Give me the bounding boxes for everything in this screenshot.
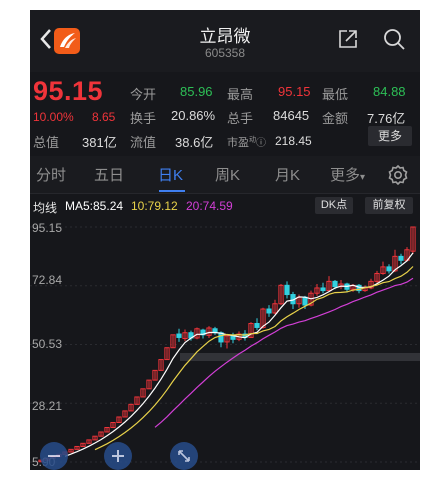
tab-five-day[interactable]: 五日	[94, 164, 124, 185]
turnover-label: 换手	[130, 111, 157, 126]
candle-body	[386, 266, 392, 272]
change-percent: 10.00%	[33, 110, 74, 124]
candle-body	[302, 296, 308, 306]
tab-intraday[interactable]: 分时	[36, 164, 66, 185]
ma20-line	[154, 277, 414, 428]
candle-body	[320, 287, 326, 292]
gear-icon[interactable]	[387, 164, 409, 186]
top-bar: 立昂微 605358	[30, 10, 420, 72]
stock-detail-screen: 立昂微 605358 95.15 10.00% 8.65 今开 85.96 最高…	[30, 10, 420, 470]
ma20-value: 20:74.59	[186, 199, 233, 213]
stock-name: 立昂微	[199, 27, 251, 46]
y-tick-label: 95.15	[32, 221, 63, 235]
float-cap-label: 流值	[130, 135, 157, 150]
pe-sup: 动	[249, 136, 256, 144]
ma10-value: 10:79.12	[131, 199, 178, 213]
pe-value: 218.45	[275, 134, 312, 148]
tab-daily-k[interactable]: 日K	[158, 164, 183, 185]
volume-label: 总手	[227, 111, 254, 126]
period-tabs: 分时 五日 日K 周K 月K 更多▾	[30, 156, 420, 194]
zoom-in-button[interactable]	[104, 442, 132, 470]
y-tick-label: 50.53	[32, 337, 63, 351]
zoom-out-button[interactable]	[40, 442, 68, 470]
y-tick-label: 28.21	[32, 399, 63, 413]
candle-body	[266, 308, 272, 314]
amount-value: 7.76亿	[367, 111, 406, 126]
current-price: 95.15	[33, 76, 104, 106]
more-quote-button[interactable]: 更多	[368, 126, 412, 146]
volume-value: 84645	[273, 108, 310, 123]
search-icon[interactable]	[382, 27, 406, 51]
candle-body	[284, 284, 290, 296]
share-icon[interactable]	[337, 28, 359, 50]
indicator-name[interactable]: 均线	[33, 199, 57, 216]
expand-icon[interactable]	[170, 442, 198, 470]
candle-body	[398, 255, 404, 261]
low-value: 84.88	[373, 84, 406, 99]
high-label: 最高	[227, 87, 254, 102]
stock-code: 605358	[204, 46, 246, 60]
open-value: 85.96	[180, 84, 213, 99]
market-cap-label: 总值	[33, 135, 60, 150]
candle-body	[254, 323, 260, 328]
market-cap-value: 381亿	[82, 135, 117, 150]
y-tick-label: 72.84	[32, 273, 63, 287]
open-label: 今开	[130, 87, 157, 102]
high-value: 95.15	[278, 84, 311, 99]
kline-chart[interactable]: 95.15 72.84 50.53 28.21 5.90	[30, 217, 420, 470]
change-amount: 8.65	[92, 110, 116, 124]
amount-label: 金额	[322, 111, 349, 126]
price-guide-band	[180, 353, 420, 361]
turnover-value: 20.86%	[171, 108, 216, 123]
active-tab-indicator	[159, 190, 185, 192]
float-cap-value: 38.6亿	[175, 135, 214, 150]
tab-weekly-k[interactable]: 周K	[215, 164, 240, 185]
candle-body	[176, 333, 182, 338]
dk-point-button[interactable]: DK点	[315, 197, 353, 214]
tab-monthly-k[interactable]: 月K	[275, 164, 300, 185]
forward-adjust-button[interactable]: 前复权	[365, 197, 413, 214]
pe-label: 市盈动ⓘ	[227, 136, 266, 149]
info-icon: ⓘ	[256, 138, 266, 149]
tab-more[interactable]: 更多▾	[330, 164, 365, 185]
ma5-value: MA5:85.24	[65, 199, 124, 213]
dropdown-arrow-icon: ▾	[360, 172, 366, 183]
candle-body	[332, 280, 338, 288]
indicator-bar: 均线 MA5:85.24 10:79.12 20:74.59 DK点 前复权	[30, 195, 420, 217]
kline-svg	[30, 226, 420, 463]
low-label: 最低	[322, 87, 349, 102]
quote-panel: 95.15 10.00% 8.65 今开 85.96 最高 95.15 最低 8…	[30, 72, 420, 156]
